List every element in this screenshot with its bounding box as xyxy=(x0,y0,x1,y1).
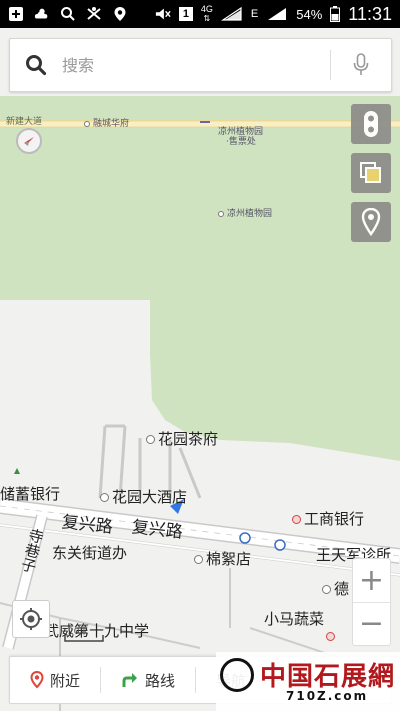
route-button[interactable]: 路线 xyxy=(101,670,195,691)
zoom-control: + − xyxy=(352,558,391,646)
location-pin-icon xyxy=(112,6,128,22)
poi-name: 花园大酒店 xyxy=(112,488,188,506)
poi-name: 融城华府 xyxy=(93,119,130,129)
watermark-url: 710Z.com xyxy=(286,689,369,703)
compass-button[interactable] xyxy=(16,128,42,154)
route-label: 路线 xyxy=(145,671,176,690)
add-box-icon xyxy=(8,6,24,22)
poi-name: 工商银行 xyxy=(304,510,365,528)
watermark-title: 中国石展網 xyxy=(260,662,396,692)
signal-icon xyxy=(220,7,242,21)
poi-icon xyxy=(326,632,335,641)
watermark-logo-icon xyxy=(220,658,254,692)
network-indicator: 4G ⇅ xyxy=(200,4,213,24)
mute-icon xyxy=(155,6,171,22)
map-label-dongguan-street-office[interactable]: 东关街道办 xyxy=(52,542,127,563)
weather-cloud-icon xyxy=(34,6,50,22)
poi-name: 德 xyxy=(334,580,350,598)
poi-icon xyxy=(322,585,331,594)
map-graphics xyxy=(0,96,400,711)
poi-icon xyxy=(146,435,155,444)
status-bar: 1 4G ⇅ E 54% 11:31 xyxy=(0,0,400,28)
map-label-top-poi1[interactable]: 融城华府 xyxy=(84,116,129,129)
nearby-button[interactable]: 附近 xyxy=(10,670,100,691)
carrier-letter: E xyxy=(250,8,259,20)
nearby-label: 附近 xyxy=(50,671,81,690)
map-canvas[interactable]: 新建大道 融城华府 凉州植物园 ·售票处 凉州植物园 花园茶府 储蓄银行 花园大… xyxy=(0,28,400,711)
map-label-cotton-shop[interactable]: 棉絮店 xyxy=(194,548,251,569)
microphone-icon[interactable] xyxy=(331,53,391,77)
botanical-garden-area xyxy=(0,96,400,461)
map-label-fuxing-road-2: 复兴路 xyxy=(130,517,184,543)
poi-icon xyxy=(218,210,224,217)
scale-bar xyxy=(64,635,104,642)
poi-name: 花园茶府 xyxy=(158,430,219,448)
map-label-poi-dot[interactable] xyxy=(326,632,338,642)
map-label-savings-bank[interactable]: 储蓄银行 xyxy=(0,483,60,504)
layers-button[interactable] xyxy=(351,153,391,193)
zoom-out-button[interactable]: − xyxy=(353,603,390,646)
place-pin-button[interactable] xyxy=(351,202,391,242)
poi-name: 棉絮店 xyxy=(206,550,252,568)
poi-icon xyxy=(84,120,90,127)
transfer-icon xyxy=(86,6,102,22)
map-label-fuxing-road-1: 复兴路 xyxy=(60,512,114,538)
network-type: 4G xyxy=(200,4,213,14)
traffic-toggle-button[interactable] xyxy=(351,104,391,144)
route-icon xyxy=(122,673,138,687)
map-pin-icon xyxy=(361,208,381,236)
map-label-garden-teahouse[interactable]: 花园茶府 xyxy=(146,428,218,449)
map-label-icbc[interactable]: 工商银行 xyxy=(292,508,364,529)
poi-icon xyxy=(292,515,301,524)
map-label-top-poi3[interactable]: ·售票处 xyxy=(226,134,256,147)
clock: 11:31 xyxy=(348,3,392,24)
poi-icon xyxy=(194,555,203,564)
search-icon xyxy=(60,6,76,22)
battery-percent: 54% xyxy=(296,6,323,22)
map-label-de[interactable]: 德 xyxy=(322,578,349,599)
search-input[interactable] xyxy=(62,55,330,75)
search-bar[interactable] xyxy=(9,38,392,92)
signal-icon-2 xyxy=(268,8,287,20)
search-icon xyxy=(10,54,62,76)
map-label-top-road: 新建大道 xyxy=(6,117,43,127)
nearby-pin-icon xyxy=(30,671,44,689)
poi-name: 凉州植物园 xyxy=(227,209,273,219)
compass-icon xyxy=(24,137,34,146)
battery-icon xyxy=(330,6,341,22)
sim-badge: 1 xyxy=(178,7,193,21)
crosshair-icon xyxy=(20,608,42,630)
layers-icon xyxy=(360,162,381,183)
map-label-garden-hotel[interactable]: 花园大酒店 xyxy=(100,486,187,507)
map-label-veg-supermarket[interactable]: 小马蔬菜 xyxy=(264,608,324,629)
watermark: 中国石展網 710Z.com xyxy=(216,652,400,711)
map-label-botanical-garden[interactable]: 凉州植物园 xyxy=(218,206,272,219)
traffic-light-icon xyxy=(364,111,378,137)
zoom-in-button[interactable]: + xyxy=(353,559,390,602)
locate-me-button[interactable] xyxy=(12,600,50,638)
poi-icon xyxy=(100,493,109,502)
